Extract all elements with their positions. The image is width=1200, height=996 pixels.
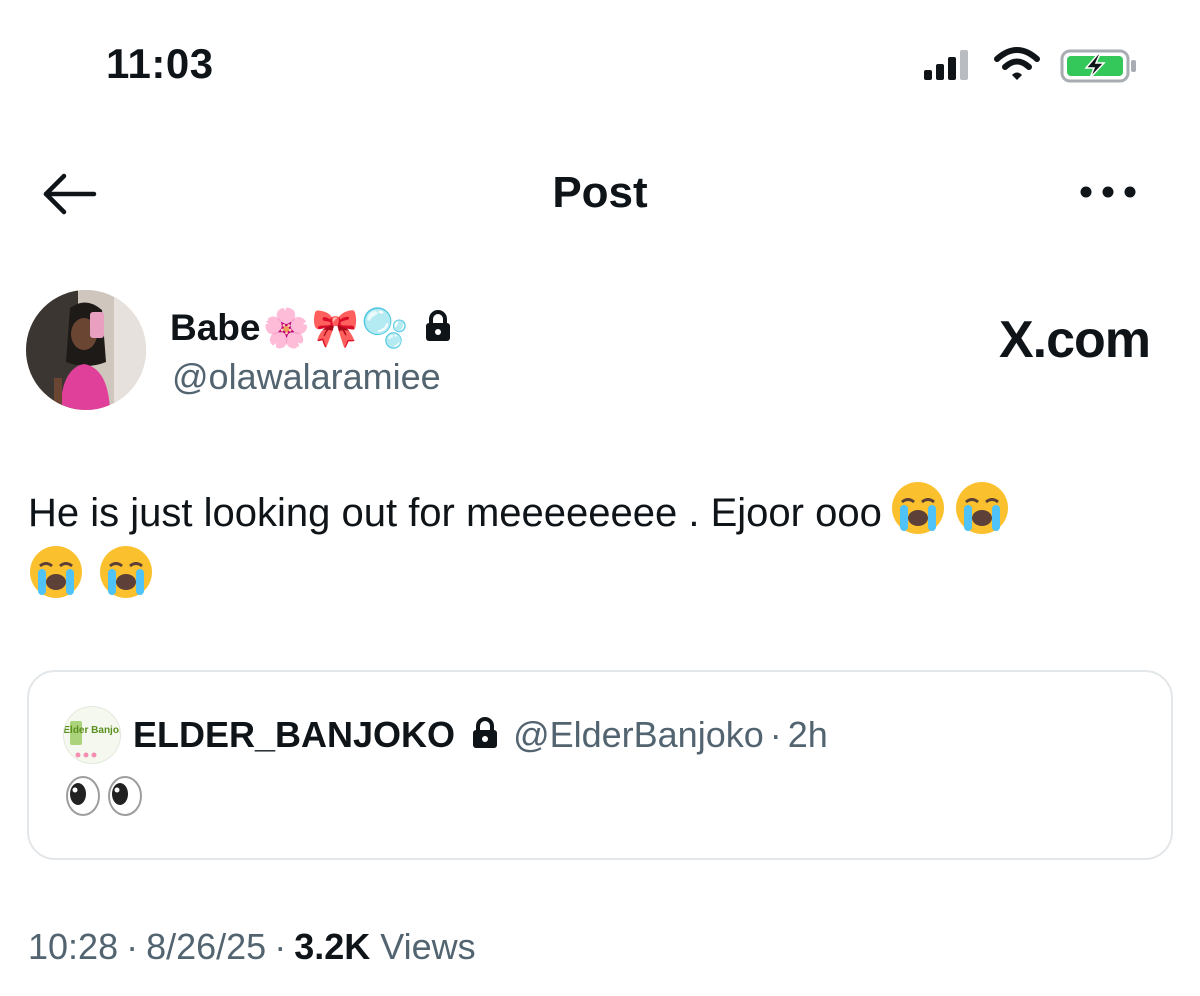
quoted-avatar-logo-text: Elder Banjoko (64, 725, 121, 736)
battery-charging-icon (1060, 49, 1138, 88)
quoted-post-text (63, 776, 147, 821)
views-count: 3.2K (294, 926, 371, 967)
post-author-row: Babe 🌸 🎀 🫧 @olawalaramiee X.com (0, 288, 1200, 418)
x-com-watermark: X.com (998, 311, 1151, 369)
author-name-row[interactable]: Babe 🌸 🎀 🫧 (170, 302, 452, 354)
quoted-protected-lock-icon (471, 716, 499, 754)
protected-lock-icon (424, 309, 452, 347)
status-time: 11:03 (106, 40, 214, 87)
quoted-author-avatar[interactable]: Elder Banjoko (63, 706, 121, 764)
loudly-crying-emoji (98, 544, 154, 600)
cherry-blossom-emoji: 🌸 (262, 306, 310, 350)
quoted-timestamp[interactable]: 2h (788, 714, 828, 756)
loudly-crying-emoji (28, 544, 84, 600)
author-avatar[interactable] (26, 290, 146, 410)
quoted-post-card[interactable]: Elder Banjoko ELDER_BANJOKO @ElderBanjok… (27, 670, 1173, 860)
more-options-icon[interactable] (1078, 182, 1138, 202)
post-text: He is just looking out for meeeeeeee . E… (28, 480, 1178, 608)
signal-icon (924, 50, 968, 85)
loudly-crying-emoji (954, 480, 1010, 536)
eyes-emoji (66, 776, 142, 816)
quoted-separator: · (769, 714, 782, 755)
author-display-name: Babe (170, 307, 261, 348)
wifi-icon (994, 46, 1040, 87)
views-label: Views (380, 926, 476, 967)
bubbles-emoji: 🫧 (361, 306, 409, 350)
quoted-handle[interactable]: @ElderBanjoko (513, 714, 764, 756)
post-meta-row: 10:28 · 8/26/25 · 3.2K Views (28, 926, 476, 968)
post-time[interactable]: 10:28 (28, 926, 118, 968)
author-handle[interactable]: @olawalaramiee (172, 356, 441, 398)
post-date[interactable]: 8/26/25 (146, 926, 266, 968)
post-text-body: He is just looking out for meeeeeeee . E… (28, 491, 882, 535)
loudly-crying-emoji (890, 480, 946, 536)
status-bar: 11:03 (0, 0, 1200, 130)
quoted-display-name[interactable]: ELDER_BANJOKO (133, 714, 455, 756)
quoted-post-header: ELDER_BANJOKO @ElderBanjoko · 2h (133, 712, 828, 758)
page-title: Post (552, 168, 648, 217)
meta-separator: · (126, 926, 139, 967)
meta-separator: · (274, 926, 287, 967)
ribbon-emoji: 🎀 (311, 306, 360, 350)
nav-bar: Post (0, 150, 1200, 240)
